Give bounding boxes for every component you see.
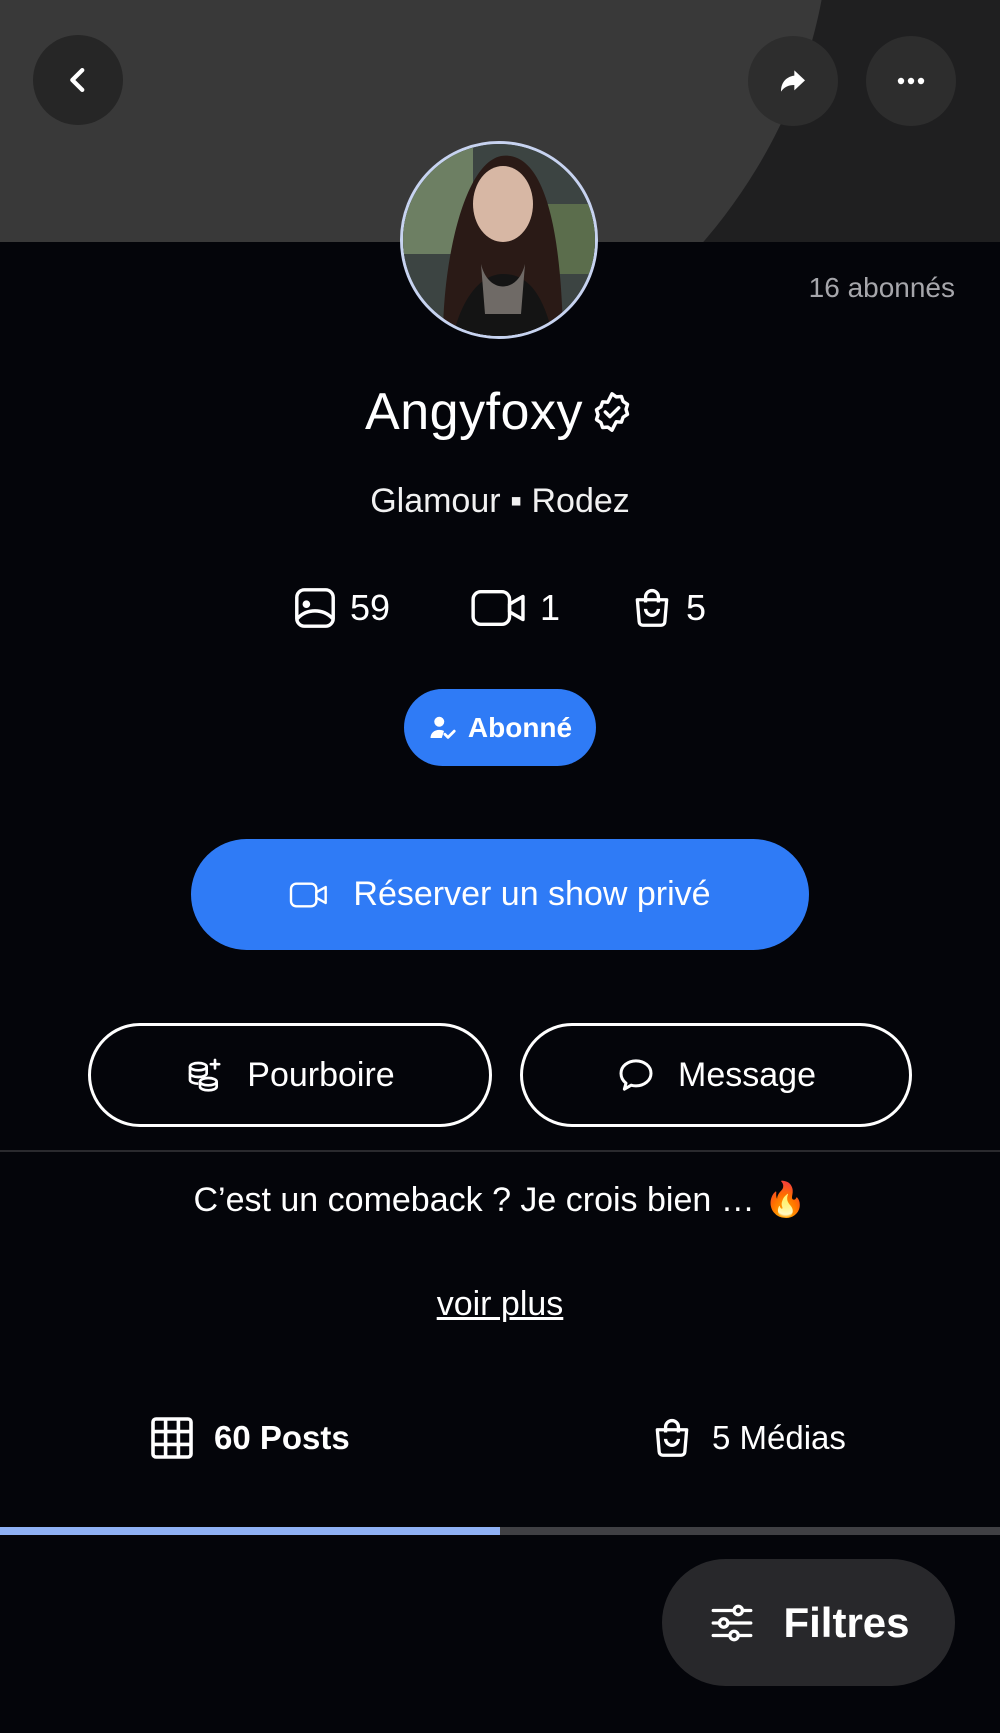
divider [0,1150,1000,1152]
book-show-label: Réserver un show privé [353,875,711,913]
grid-icon [151,1417,193,1459]
tab-track [0,1527,1000,1535]
see-more-link[interactable]: voir plus [0,1285,1000,1324]
video-camera-icon [471,589,525,627]
filters-label: Filtres [783,1598,910,1646]
tab-active-indicator [0,1527,500,1535]
back-button[interactable] [33,35,123,125]
subscribed-button[interactable]: Abonné [404,689,596,766]
photo-icon [295,588,335,628]
tab-medias[interactable]: 5 Médias [650,1414,846,1462]
chevron-left-icon [70,67,85,93]
videos-count: 1 [540,587,561,628]
subscribed-label: Abonné [467,711,573,743]
message-label: Message [678,1055,816,1094]
filters-button[interactable]: Filtres [662,1559,955,1686]
tip-button[interactable]: Pourboire [88,1023,492,1127]
book-private-show-button[interactable]: Réserver un show privé [191,839,809,950]
stat-photos: 59 [292,585,390,631]
message-button[interactable]: Message [520,1023,912,1127]
tip-label: Pourboire [247,1055,395,1094]
user-check-icon [430,716,456,739]
avatar-photo [403,144,595,336]
sliders-icon [712,1604,753,1641]
profile-subtitle: Glamour ▪ Rodez [370,482,630,520]
more-dots-icon [897,77,925,85]
video-camera-icon [290,881,328,908]
username-row: Angyfoxy [0,382,1000,442]
tab-posts[interactable]: 60 Posts [148,1414,350,1462]
shopping-bag-icon [635,588,669,627]
shopping-bag-icon [655,1418,689,1457]
tab-medias-label: 5 Médias [712,1419,846,1456]
verified-badge-icon [594,392,630,432]
bio-text: C’est un comeback ? Je crois bien … 🔥 [193,1181,807,1219]
stat-products: 5 [630,585,706,631]
products-count: 5 [686,587,707,628]
photos-count: 59 [350,587,391,628]
followers-count[interactable]: 16 abonnés [809,272,955,304]
coins-plus-icon [188,1058,221,1092]
more-options-button[interactable] [866,36,956,126]
stat-videos: 1 [470,585,560,631]
profile-avatar[interactable] [400,141,598,339]
tab-posts-label: 60 Posts [214,1419,350,1456]
share-button[interactable] [748,36,838,126]
username: Angyfoxy [365,383,583,441]
chat-bubble-icon [619,1059,653,1091]
share-arrow-icon [781,70,805,92]
